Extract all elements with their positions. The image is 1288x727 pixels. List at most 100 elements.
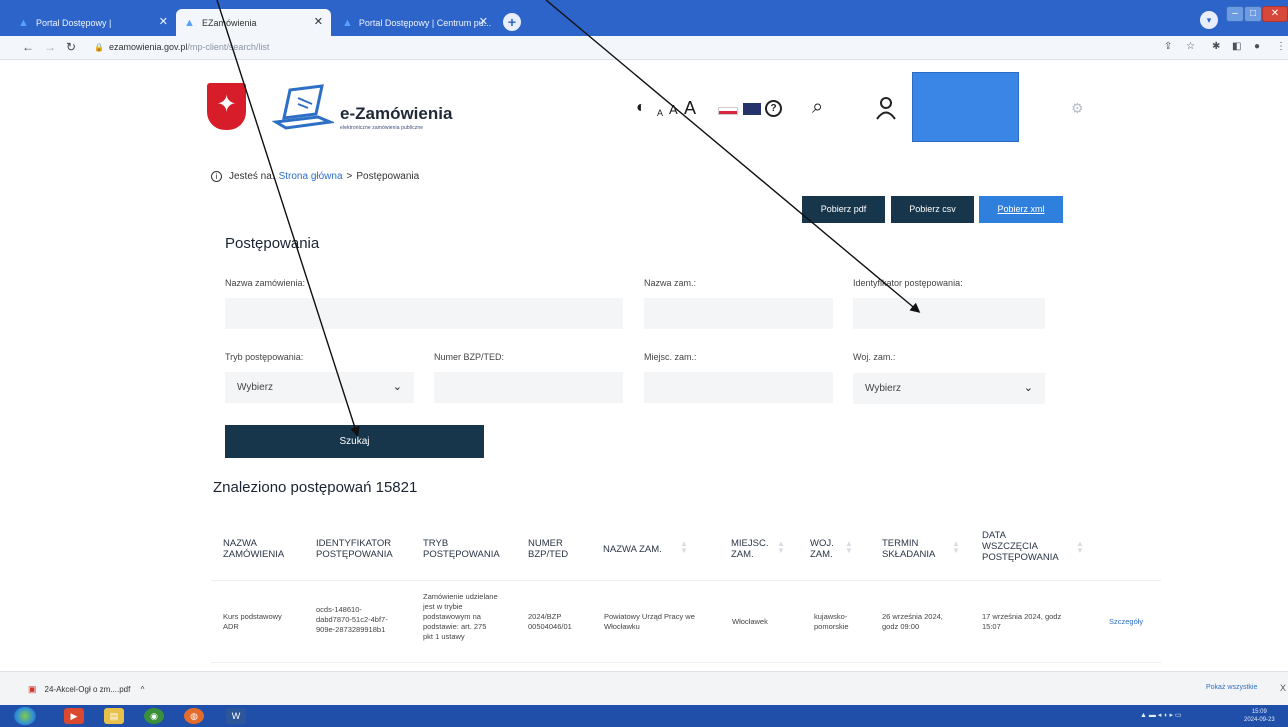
browser-tab[interactable]: ▲ Portal Dostępowy | ✕ [10,9,176,36]
start-button-icon[interactable] [14,707,36,725]
cell-order-name: Kurs podstawowy ADR [223,612,282,632]
column-header-line: POSTĘPOWANIA [982,552,1059,563]
search-button[interactable]: Szukaj [225,425,484,458]
column-header-order-name[interactable]: NAZWA ZAMÓWIENIA [223,538,284,560]
font-size-large-button[interactable]: A [684,98,696,119]
profile-icon[interactable]: ● [1254,41,1260,52]
tab-title: Portal Dostępowy | [36,17,112,28]
url-host: ezamowienia.gov.pl [108,42,188,52]
cell-line: podstawie: art. 275 [423,622,487,631]
brand-name[interactable]: e-Zamówienia [340,104,452,124]
user-info-redacted [912,72,1019,142]
procedure-id-input[interactable] [853,298,1045,329]
download-csv-button[interactable]: Pobierz csv [891,196,974,223]
column-header-start-date[interactable]: DATA WSZCZĘCIA POSTĘPOWANIA [982,530,1059,563]
contrast-icon[interactable]: ◐ [636,99,646,117]
sort-icon[interactable]: ▲ ▼ [952,540,960,555]
voivodeship-select[interactable]: Wybierz ⌄ [853,373,1045,404]
forward-icon[interactable]: → [44,40,56,54]
close-download-bar-button[interactable]: X [1280,683,1286,693]
download-xml-button[interactable]: Pobierz xml [979,196,1063,223]
column-header-line: ZAM. [810,549,833,560]
sidepanel-icon[interactable]: ◧ [1232,41,1241,52]
cell-city: Włocławek [732,617,768,627]
cell-line: podstawowym na [423,612,481,621]
column-header-identifier[interactable]: IDENTYFIKATOR POSTĘPOWANIA [316,538,393,560]
sort-icon[interactable]: ▲ ▼ [845,540,853,555]
pdf-file-icon: ▣ [28,684,37,694]
clock-time: 15:09 [1251,709,1267,715]
firefox-icon[interactable]: ◍ [184,708,204,724]
bookmark-star-icon[interactable]: ☆ [1186,41,1195,52]
procedure-type-select[interactable]: Wybierz ⌄ [225,372,414,403]
word-icon[interactable]: W [226,708,246,724]
column-header-buyer-name[interactable]: NAZWA ZAM. [603,544,662,555]
voivodeship-value: Wybierz [865,383,902,394]
font-size-small-button[interactable]: A [657,108,663,118]
cell-start-date: 17 września 2024, godz 15:07 [982,612,1061,632]
tab-title: Portal Dostępowy | Centrum pu... [358,17,492,28]
media-player-icon[interactable]: ▶ [64,708,84,724]
brand-subtitle: elektroniczne zamówienia publiczne [340,125,424,131]
gear-icon[interactable]: ⚙ [1071,100,1084,117]
cell-line: 26 września 2024, [882,612,943,621]
close-icon[interactable]: ✕ [479,15,488,28]
windows-taskbar: ▶ ▤ ◉ ◍ W ▲ ▬ ◂ ◖ ▸ ▭ 15:09 2024-09-23 [0,705,1288,727]
url-path: /mp-client/search/list [187,42,270,52]
chevron-down-icon[interactable]: ▾ [1200,11,1218,29]
info-icon: i [211,171,222,182]
details-link[interactable]: Szczegóły [1109,617,1143,627]
cell-line: pkt 1 ustawy [423,632,465,641]
column-header-line: BZP/TED [528,549,569,560]
sort-icon[interactable]: ▲ ▼ [680,540,688,555]
order-name-input[interactable] [225,298,623,329]
bzp-number-input[interactable] [434,372,623,403]
column-header-procedure-type[interactable]: TRYB POSTĘPOWANIA [423,538,500,560]
column-header-city[interactable]: MIEJSC. ZAM. [731,538,768,560]
close-icon[interactable]: ✕ [314,15,323,28]
column-header-bzp-number[interactable]: NUMER BZP/TED [528,538,568,560]
cell-procedure-type: Zamówienie udzielane jest w trybie podst… [423,592,498,642]
column-header-line: NAZWA [223,538,257,549]
user-icon[interactable] [876,96,896,120]
browser-tab[interactable]: ▲ Portal Dostępowy | Centrum pu... ✕ [334,9,496,36]
new-tab-button[interactable]: + [503,13,521,31]
column-header-line: WSZCZĘCIA [982,541,1038,552]
search-icon[interactable]: ⌕ [812,96,823,119]
buyer-name-input[interactable] [644,298,833,329]
file-explorer-icon[interactable]: ▤ [104,708,124,724]
column-header-deadline[interactable]: TERMIN SKŁADANIA [882,538,935,560]
window-close-icon[interactable]: ✕ [1262,6,1288,22]
browser-tab-active[interactable]: ▲ EZamówienia ✕ [176,9,331,36]
column-header-line: MIEJSC. [731,538,769,549]
column-header-voivodeship[interactable]: WOJ. ZAM. [810,538,834,560]
font-size-medium-button[interactable]: A [669,102,678,117]
help-icon[interactable]: ? [765,100,782,117]
city-input[interactable] [644,372,833,403]
taskbar-clock[interactable]: 15:09 2024-09-23 [1244,708,1275,724]
english-flag-icon[interactable] [743,103,761,115]
share-icon[interactable]: ⇪ [1164,41,1172,52]
cell-line: Włocławku [604,622,640,631]
sort-icon[interactable]: ▲ ▼ [1076,540,1084,555]
show-all-downloads-link[interactable]: Pokaż wszystkie [1206,684,1257,691]
breadcrumb-home-link[interactable]: Strona główna [279,171,343,182]
system-tray-icons[interactable]: ▲ ▬ ◂ ◖ ▸ ▭ [1140,711,1182,719]
back-icon[interactable]: ← [22,40,34,54]
download-pdf-button[interactable]: Pobierz pdf [802,196,885,223]
chrome-icon[interactable]: ◉ [144,708,164,724]
downloaded-file-item[interactable]: ▣ 24-Akcel-Ogł o zm....pdf ^ [28,684,144,695]
polish-flag-icon[interactable] [718,107,738,115]
sort-icon[interactable]: ▲ ▼ [777,540,785,555]
expand-icon[interactable]: ^ [141,685,145,694]
minimize-icon[interactable]: – [1226,6,1244,22]
cell-line: ADR [223,622,239,631]
reload-icon[interactable]: ↻ [66,40,76,54]
cell-line: Włocławek [732,617,768,626]
url-field[interactable]: 🔒 ezamowienia.gov.pl/mp-client/search/lis… [94,42,269,52]
menu-icon[interactable]: ⋮ [1276,41,1286,52]
ezamowienia-favicon-icon: ▲ [184,16,195,29]
extensions-icon[interactable]: ✱ [1212,41,1220,52]
close-icon[interactable]: ✕ [159,15,168,28]
maximize-icon[interactable]: □ [1244,6,1262,22]
